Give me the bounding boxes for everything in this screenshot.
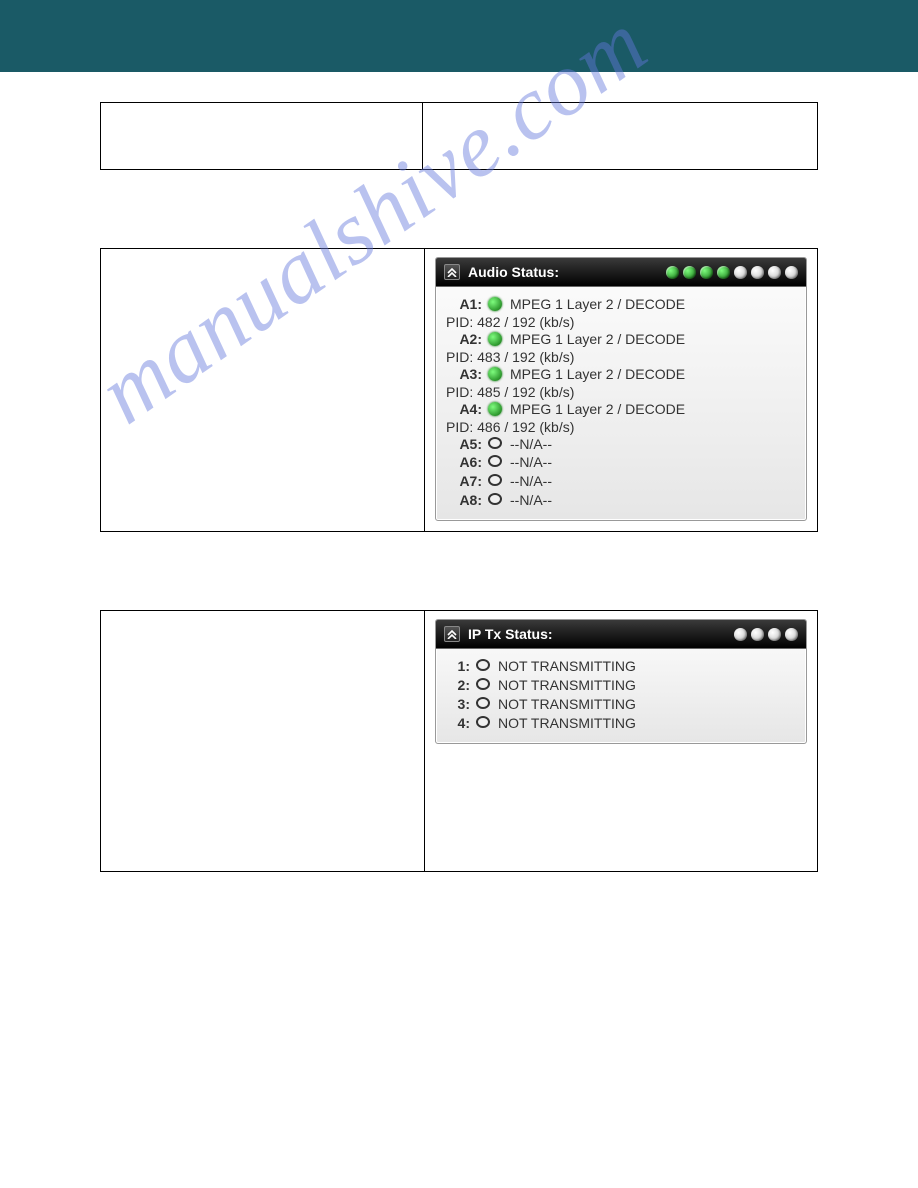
status-indicator-icon xyxy=(488,474,502,486)
audio-panel-title: Audio Status: xyxy=(468,264,559,280)
audio-row: A5: --N/A-- xyxy=(446,435,796,454)
status-indicator-icon xyxy=(476,716,490,728)
audio-row: A8: --N/A-- xyxy=(446,491,796,510)
iptx-row: 3: NOT TRANSMITTING xyxy=(446,695,796,714)
audio-row-label: A4: xyxy=(446,400,482,419)
audio-row-text: --N/A-- xyxy=(510,491,796,510)
iptx-row-text: NOT TRANSMITTING xyxy=(498,657,796,676)
iptx-status-section: IP Tx Status: 1: NOT TRANSMITTING 2: NOT TR… xyxy=(100,610,818,872)
status-dot-icon xyxy=(717,266,730,279)
iptx-row-text: NOT TRANSMITTING xyxy=(498,695,796,714)
iptx-panel-body: 1: NOT TRANSMITTING 2: NOT TRANSMITTING 3: NO… xyxy=(436,649,806,743)
status-dot-icon xyxy=(700,266,713,279)
audio-row-label: A8: xyxy=(446,491,482,510)
audio-row-label: A3: xyxy=(446,365,482,384)
audio-section-left-cell xyxy=(101,249,425,531)
audio-row-text: MPEG 1 Layer 2 / DECODE xyxy=(510,400,796,419)
page-content: Audio Status: A1: MPEG 1 Layer 2 / DECODE… xyxy=(0,72,918,872)
audio-row-text: --N/A-- xyxy=(510,453,796,472)
status-indicator-icon xyxy=(488,332,502,346)
iptx-row: 4: NOT TRANSMITTING xyxy=(446,714,796,733)
iptx-row-label: 2: xyxy=(446,676,470,695)
status-indicator-icon xyxy=(488,437,502,449)
audio-row-pid: PID: 482 / 192 (kb/s) xyxy=(446,314,796,330)
iptx-row: 2: NOT TRANSMITTING xyxy=(446,676,796,695)
status-dot-icon xyxy=(785,266,798,279)
audio-row-label: A6: xyxy=(446,453,482,472)
top-header-bar xyxy=(0,0,918,72)
status-dot-icon xyxy=(683,266,696,279)
status-dot-icon xyxy=(666,266,679,279)
iptx-row-label: 3: xyxy=(446,695,470,714)
status-indicator-icon xyxy=(476,659,490,671)
status-indicator-icon xyxy=(476,697,490,709)
audio-row-pid: PID: 483 / 192 (kb/s) xyxy=(446,349,796,365)
audio-row: A3: MPEG 1 Layer 2 / DECODE xyxy=(446,365,796,384)
empty-cell-left xyxy=(101,103,423,169)
iptx-row-label: 4: xyxy=(446,714,470,733)
collapse-icon[interactable] xyxy=(444,264,460,280)
audio-row: A4: MPEG 1 Layer 2 / DECODE xyxy=(446,400,796,419)
iptx-row-text: NOT TRANSMITTING xyxy=(498,714,796,733)
audio-row-text: MPEG 1 Layer 2 / DECODE xyxy=(510,365,796,384)
audio-row: A1: MPEG 1 Layer 2 / DECODE xyxy=(446,295,796,314)
iptx-section-right-cell: IP Tx Status: 1: NOT TRANSMITTING 2: NOT TR… xyxy=(425,611,817,871)
audio-row-label: A2: xyxy=(446,330,482,349)
audio-section-right-cell: Audio Status: A1: MPEG 1 Layer 2 / DECODE… xyxy=(425,249,817,531)
empty-cell-right xyxy=(423,103,817,169)
status-dot-icon xyxy=(768,266,781,279)
status-indicator-icon xyxy=(488,455,502,467)
audio-row-text: MPEG 1 Layer 2 / DECODE xyxy=(510,295,796,314)
audio-row-pid: PID: 485 / 192 (kb/s) xyxy=(446,384,796,400)
status-dot-icon xyxy=(734,266,747,279)
iptx-status-panel: IP Tx Status: 1: NOT TRANSMITTING 2: NOT TR… xyxy=(435,619,807,744)
audio-row-text: --N/A-- xyxy=(510,435,796,454)
iptx-row-label: 1: xyxy=(446,657,470,676)
audio-status-panel: Audio Status: A1: MPEG 1 Layer 2 / DECODE… xyxy=(435,257,807,521)
audio-header-dots xyxy=(666,266,798,279)
audio-row-pid: PID: 486 / 192 (kb/s) xyxy=(446,419,796,435)
audio-panel-body: A1:MPEG 1 Layer 2 / DECODEPID: 482 / 192… xyxy=(436,287,806,520)
status-dot-icon xyxy=(785,628,798,641)
iptx-panel-title: IP Tx Status: xyxy=(468,626,553,642)
iptx-header-dots xyxy=(734,628,798,641)
audio-row-label: A1: xyxy=(446,295,482,314)
audio-row-label: A5: xyxy=(446,435,482,454)
audio-row-text: MPEG 1 Layer 2 / DECODE xyxy=(510,330,796,349)
audio-row: A2: MPEG 1 Layer 2 / DECODE xyxy=(446,330,796,349)
iptx-panel-header: IP Tx Status: xyxy=(436,620,806,649)
collapse-icon[interactable] xyxy=(444,626,460,642)
status-indicator-icon xyxy=(476,678,490,690)
iptx-section-left-cell xyxy=(101,611,425,871)
status-dot-icon xyxy=(768,628,781,641)
status-dot-icon xyxy=(751,266,764,279)
iptx-row: 1: NOT TRANSMITTING xyxy=(446,657,796,676)
status-dot-icon xyxy=(734,628,747,641)
audio-status-section: Audio Status: A1: MPEG 1 Layer 2 / DECODE… xyxy=(100,248,818,532)
audio-row: A7: --N/A-- xyxy=(446,472,796,491)
audio-panel-header: Audio Status: xyxy=(436,258,806,287)
audio-row-text: --N/A-- xyxy=(510,472,796,491)
status-indicator-icon xyxy=(488,402,502,416)
empty-two-col-table xyxy=(100,102,818,170)
status-indicator-icon xyxy=(488,367,502,381)
iptx-row-text: NOT TRANSMITTING xyxy=(498,676,796,695)
status-indicator-icon xyxy=(488,493,502,505)
status-indicator-icon xyxy=(488,297,502,311)
status-dot-icon xyxy=(751,628,764,641)
audio-row-label: A7: xyxy=(446,472,482,491)
audio-row: A6: --N/A-- xyxy=(446,453,796,472)
